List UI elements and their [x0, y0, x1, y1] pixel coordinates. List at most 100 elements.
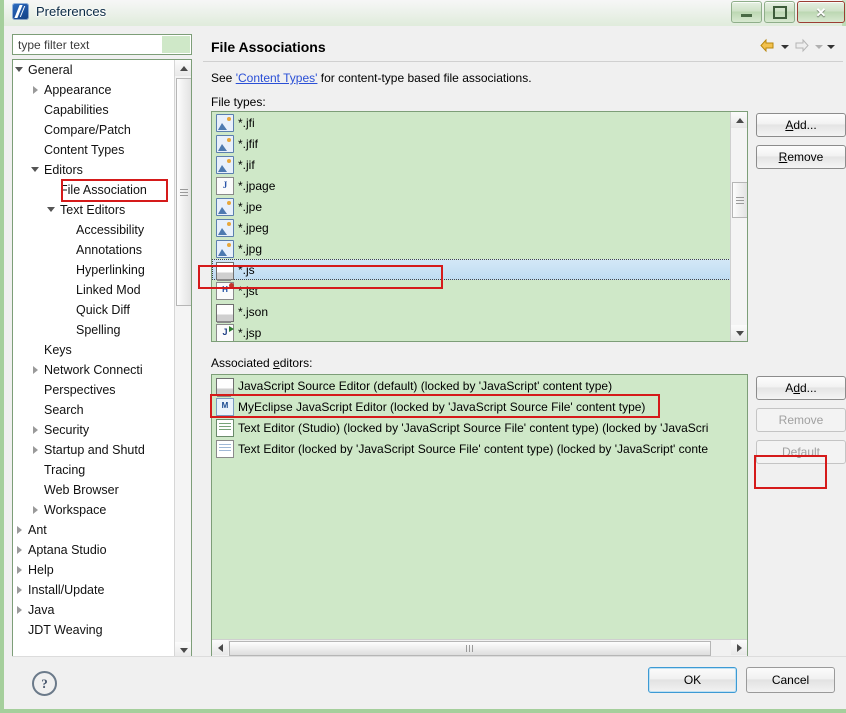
sidebar-item-content-types[interactable]: Content Types — [13, 140, 176, 160]
sidebar-item-ant[interactable]: Ant — [13, 520, 176, 540]
file-types-list[interactable]: *.jfi *.jfif *.jif J *.jpage *.jpe *.jpeg *.jpg… — [211, 111, 748, 342]
sidebar-item-install-update[interactable]: Install/Update — [13, 580, 176, 600]
file-types-scroll-up-icon[interactable] — [731, 112, 747, 128]
ok-button[interactable]: OK — [648, 667, 737, 693]
file-type-row[interactable]: *.jpg — [212, 238, 731, 259]
minimize-icon — [741, 14, 752, 17]
file-types-label-text: File types: — [211, 95, 266, 109]
file-type-row[interactable]: H *.jst — [212, 280, 731, 301]
preferences-tree[interactable]: General Appearance Capabilities Compare/Pat… — [12, 59, 192, 659]
file-types-vertical-scrollbar[interactable] — [730, 112, 747, 341]
add-editor-button[interactable]: Add... — [756, 376, 846, 400]
file-type-row[interactable]: J *.jsp — [212, 322, 731, 341]
file-type-name: *.jpage — [238, 178, 276, 193]
twisty-collapsed-icon[interactable] — [31, 500, 42, 520]
file-types-scroll-down-icon[interactable] — [731, 325, 747, 341]
twisty-collapsed-icon[interactable] — [15, 580, 26, 600]
add-file-type-button[interactable]: Add... — [756, 113, 846, 137]
associated-editor-row[interactable]: M MyEclipse JavaScript Editor (locked by … — [212, 396, 747, 417]
help-icon[interactable]: ? — [32, 671, 57, 696]
filter-input-wrapper[interactable]: type filter text — [12, 34, 192, 55]
twisty-collapsed-icon[interactable] — [15, 540, 26, 560]
sidebar-item-aptana-studio[interactable]: Aptana Studio — [13, 540, 176, 560]
scroll-up-arrow-icon[interactable] — [175, 60, 191, 76]
title-separator — [203, 61, 843, 62]
file-types-label: File types: — [211, 95, 266, 109]
maximize-button[interactable] — [764, 1, 795, 23]
sidebar-item-perspectives[interactable]: Perspectives — [13, 380, 176, 400]
sidebar-item-jdt-weaving[interactable]: JDT Weaving — [13, 620, 176, 640]
tree-scrollbar-thumb[interactable] — [176, 78, 191, 306]
remove-file-type-button[interactable]: Remove — [756, 145, 846, 169]
sidebar-item-label: Accessibility — [76, 223, 145, 237]
file-type-row[interactable]: *.jpe — [212, 196, 731, 217]
twisty-collapsed-icon[interactable] — [15, 560, 26, 580]
editors-scroll-right-icon[interactable] — [731, 640, 747, 655]
sidebar-item-label: General — [28, 63, 73, 77]
twisty-collapsed-icon[interactable] — [31, 80, 42, 100]
close-button[interactable]: ✕ — [797, 1, 845, 23]
editors-horizontal-scrollbar[interactable] — [212, 639, 747, 656]
sidebar-item-workspace[interactable]: Workspace — [13, 500, 176, 520]
sidebar-item-network-connecti[interactable]: Network Connecti — [13, 360, 176, 380]
associated-editors-label: Associated editors: — [211, 356, 312, 370]
sidebar-item-search[interactable]: Search — [13, 400, 176, 420]
file-types-scrollbar-thumb[interactable] — [732, 182, 747, 218]
sidebar-item-spelling[interactable]: Spelling — [13, 320, 176, 340]
sidebar-item-general[interactable]: General — [13, 60, 176, 80]
sidebar-item-annotations[interactable]: Annotations — [13, 240, 176, 260]
associated-editors-list[interactable]: JavaScript Source Editor (default) (lock… — [211, 374, 748, 657]
sidebar-item-quick-diff[interactable]: Quick Diff — [13, 300, 176, 320]
sidebar-item-hyperlinking[interactable]: Hyperlinking — [13, 260, 176, 280]
back-history-chevron-down-icon[interactable] — [781, 45, 789, 49]
file-type-name: *.js — [238, 262, 255, 277]
file-type-row[interactable]: *.jfi — [212, 112, 731, 133]
sidebar-item-label: Text Editors — [60, 203, 126, 217]
sidebar-item-accessibility[interactable]: Accessibility — [13, 220, 176, 240]
twisty-collapsed-icon[interactable] — [31, 440, 42, 460]
twisty-expanded-icon[interactable] — [15, 60, 26, 80]
associated-editor-row[interactable]: JavaScript Source Editor (default) (lock… — [212, 375, 747, 397]
sidebar-item-text-editors[interactable]: Text Editors — [13, 200, 176, 220]
editors-scroll-left-icon[interactable] — [212, 640, 228, 655]
file-type-row[interactable]: *.json — [212, 301, 731, 323]
minimize-button[interactable] — [731, 1, 762, 23]
file-type-row[interactable]: *.jpeg — [212, 217, 731, 238]
sidebar-item-label: Spelling — [76, 323, 121, 337]
content-types-link[interactable]: 'Content Types' — [236, 71, 318, 85]
back-arrow-icon[interactable] — [759, 38, 777, 54]
sidebar-item-linked-mod[interactable]: Linked Mod — [13, 280, 176, 300]
sidebar-item-help[interactable]: Help — [13, 560, 176, 580]
sidebar-item-editors[interactable]: Editors — [13, 160, 176, 180]
twisty-collapsed-icon[interactable] — [31, 420, 42, 440]
editors-hscrollbar-thumb[interactable] — [229, 641, 711, 656]
file-type-row[interactable]: *.jif — [212, 154, 731, 175]
image-file-icon — [216, 219, 234, 237]
sidebar-item-web-browser[interactable]: Web Browser — [13, 480, 176, 500]
file-type-row[interactable]: *.jfif — [212, 133, 731, 154]
sidebar-item-security[interactable]: Security — [13, 420, 176, 440]
twisty-collapsed-icon[interactable] — [31, 360, 42, 380]
sidebar-item-capabilities[interactable]: Capabilities — [13, 100, 176, 120]
associated-editor-row[interactable]: Text Editor (Studio) (locked by 'JavaScr… — [212, 417, 747, 438]
cancel-button[interactable]: Cancel — [746, 667, 835, 693]
file-type-row[interactable]: *.js — [212, 259, 731, 281]
sidebar-item-startup-and-shutd[interactable]: Startup and Shutd — [13, 440, 176, 460]
view-menu-chevron-down-icon[interactable] — [827, 45, 835, 49]
file-type-row[interactable]: J *.jpage — [212, 175, 731, 196]
sidebar-item-appearance[interactable]: Appearance — [13, 80, 176, 100]
sidebar-item-tracing[interactable]: Tracing — [13, 460, 176, 480]
twisty-expanded-icon[interactable] — [31, 160, 42, 180]
sidebar-item-compare-patch[interactable]: Compare/Patch — [13, 120, 176, 140]
filter-input[interactable]: type filter text — [13, 38, 89, 52]
sidebar-item-java[interactable]: Java — [13, 600, 176, 620]
tree-vertical-scrollbar[interactable] — [174, 60, 191, 658]
sidebar-item-keys[interactable]: Keys — [13, 340, 176, 360]
associated-editors-label-suffix: ditors: — [279, 356, 313, 370]
twisty-collapsed-icon[interactable] — [15, 600, 26, 620]
twisty-expanded-icon[interactable] — [47, 200, 58, 220]
sidebar-item-file-association[interactable]: File Association — [13, 180, 176, 200]
twisty-collapsed-icon[interactable] — [15, 520, 26, 540]
associated-editor-row[interactable]: Text Editor (locked by 'JavaScript Sourc… — [212, 438, 747, 459]
